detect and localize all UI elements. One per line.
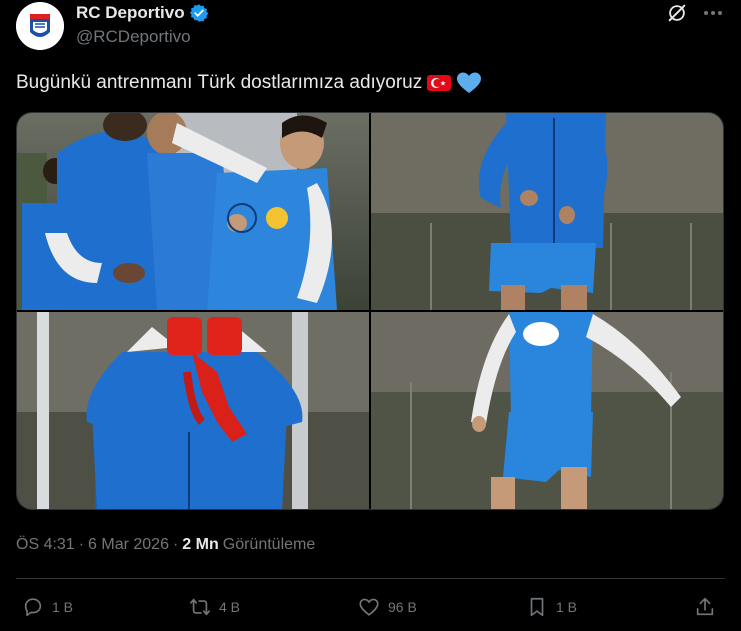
author-name[interactable]: RC Deportivo [76,3,185,23]
like-count: 96 B [388,599,417,615]
avatar[interactable] [16,2,64,50]
like-button[interactable]: 96 B [358,596,417,618]
meta-separator: · [78,536,85,553]
tweet-body: Bugünkü antrenmanı Türk dostlarımıza adı… [16,72,423,93]
club-crest-logo [16,2,64,50]
retweet-icon [190,598,210,616]
reply-count: 1 B [52,599,74,615]
bookmark-count: 1 B [556,599,578,615]
bookmark-button[interactable]: 1 B [526,596,577,618]
share-button[interactable] [694,596,716,618]
verified-badge-icon [189,4,208,22]
author-handle[interactable]: @RCDeportivo [76,27,191,47]
action-bar: 1 B 4 B 96 B 1 B [0,596,741,622]
tweet-date[interactable]: 6 Mar 2026 [88,536,169,554]
retweet-button[interactable]: 4 B [189,596,240,618]
views-label: Görüntüleme [222,536,316,553]
photo-4-image [371,312,723,509]
reply-icon [24,598,42,617]
bookmark-icon [530,597,544,617]
tweet-meta: ÖS 4:31 · 6 Mar 2026 · 2 Mn Görüntüleme [16,536,315,554]
tweet-time[interactable]: ÖS 4:31 [16,536,75,554]
meta-separator-2: · [172,536,179,553]
photo-1-image [17,113,369,310]
media-grid[interactable] [16,112,724,510]
photo-3[interactable] [17,312,369,509]
tweet-text: Bugünkü antrenmanı Türk dostlarımıza adı… [16,70,482,96]
photo-2[interactable] [371,113,723,310]
turkey-flag-icon [427,75,452,91]
blue-heart-icon [457,72,482,93]
divider [16,578,725,579]
photo-3-image [17,312,369,509]
photo-4[interactable] [371,312,723,509]
reply-button[interactable]: 1 B [22,596,73,618]
views-count: 2 Mn [182,536,219,553]
like-icon [359,598,379,616]
author-name-row[interactable]: RC Deportivo [76,3,209,23]
grok-icon[interactable] [666,2,688,24]
photo-1[interactable] [17,113,369,310]
more-icon[interactable] [701,2,725,24]
photo-2-image [371,113,723,310]
share-icon [696,597,714,616]
retweet-count: 4 B [219,599,241,615]
